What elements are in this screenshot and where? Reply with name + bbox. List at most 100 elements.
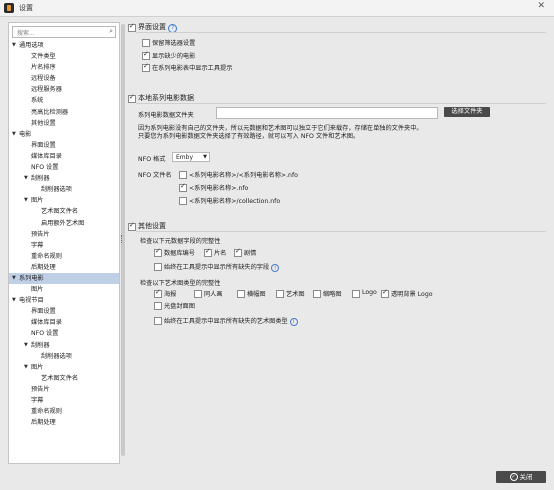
meta-field-checkbox[interactable] bbox=[154, 247, 162, 257]
chevron-down-icon[interactable]: ▼ bbox=[12, 295, 16, 306]
sidebar-item[interactable]: ▼ 图片 bbox=[9, 362, 119, 373]
art-type-checkbox[interactable] bbox=[352, 290, 360, 298]
sidebar-item-label: 系统 bbox=[31, 97, 44, 105]
meta-check-label: 检查以下元数据字段的完整性 bbox=[140, 238, 221, 245]
nfo-format-value: Emby bbox=[176, 154, 193, 161]
sidebar-item-label: NFO 设置 bbox=[31, 164, 59, 172]
ui-option-checkbox[interactable] bbox=[142, 50, 150, 60]
sidebar-item[interactable]: 重命名规则 bbox=[9, 251, 119, 262]
meta-field-label: 数据库编号 bbox=[164, 250, 195, 257]
sidebar-item[interactable]: 艺术图文件名 bbox=[9, 206, 119, 217]
sidebar-item[interactable]: 艺术图文件名 bbox=[9, 373, 119, 384]
chevron-down-icon[interactable]: ▼ bbox=[24, 195, 28, 206]
meta-field-checkbox[interactable] bbox=[234, 247, 242, 257]
sidebar-item[interactable]: NFO 设置 bbox=[9, 328, 119, 339]
sidebar-item-label: 界面设置 bbox=[31, 141, 56, 149]
sidebar-item[interactable]: 启用额外艺术图 bbox=[9, 218, 119, 229]
nfo-filename-label: NFO 文件名 bbox=[138, 172, 172, 179]
sidebar-item[interactable]: ▼ 刮削器 bbox=[9, 340, 119, 351]
section-local-toggle[interactable] bbox=[128, 93, 136, 103]
sidebar-item-label: 重命名规则 bbox=[31, 252, 62, 260]
sidebar-item[interactable]: 片名排序 bbox=[9, 62, 119, 73]
chevron-down-icon[interactable]: ▼ bbox=[12, 129, 16, 140]
art-type-checkbox[interactable] bbox=[194, 290, 202, 298]
chevron-down-icon[interactable]: ▼ bbox=[12, 40, 16, 51]
sidebar-item[interactable]: NFO 设置 bbox=[9, 162, 119, 173]
sidebar-item-label: 片名排序 bbox=[31, 64, 56, 72]
sidebar-item[interactable]: ▼ 电影 bbox=[9, 129, 119, 140]
chevron-down-icon[interactable]: ▼ bbox=[24, 173, 28, 184]
sidebar-item[interactable]: ▼ 系列电影 bbox=[9, 272, 119, 285]
nfo-file-option-checkbox[interactable] bbox=[179, 171, 187, 179]
sidebar-item[interactable]: 预告片 bbox=[9, 229, 119, 240]
sidebar-item[interactable]: ▼ 图片 bbox=[9, 195, 119, 206]
sidebar-item-label: 界面设置 bbox=[31, 308, 56, 316]
sidebar-item[interactable]: 重命名规则 bbox=[9, 406, 119, 417]
sidebar-item[interactable]: ▼ 刮削器 bbox=[9, 173, 119, 184]
search-icon[interactable]: ⌕ bbox=[109, 27, 113, 36]
close-icon[interactable]: ✕ bbox=[537, 1, 545, 11]
chevron-down-icon[interactable]: ▼ bbox=[12, 273, 16, 284]
sidebar-item[interactable]: 媒体库目录 bbox=[9, 317, 119, 328]
sidebar-item[interactable]: 其他设置 bbox=[9, 118, 119, 129]
search-input[interactable]: 搜索... ⌕ bbox=[12, 26, 116, 38]
art-type-label: 透明背景 Logo bbox=[391, 291, 433, 298]
art-type-checkbox[interactable] bbox=[237, 290, 245, 298]
sidebar-item-label: 媒体库目录 bbox=[31, 152, 62, 160]
sidebar-item-label: 图片 bbox=[31, 197, 44, 205]
sidebar-item[interactable]: 界面设置 bbox=[9, 306, 119, 317]
ui-option-checkbox[interactable] bbox=[142, 62, 150, 72]
sidebar-item[interactable]: 后期处理 bbox=[9, 417, 119, 428]
sidebar-item[interactable]: 媒体库目录 bbox=[9, 151, 119, 162]
sidebar-item[interactable]: ▼ 电视节目 bbox=[9, 295, 119, 306]
meta-tooltip-checkbox[interactable] bbox=[154, 263, 162, 271]
chevron-down-icon[interactable]: ▼ bbox=[24, 362, 28, 373]
sidebar-item[interactable]: ▼ 通用选项 bbox=[9, 40, 119, 51]
sidebar-item[interactable]: 远程设备 bbox=[9, 73, 119, 84]
art-tooltip-checkbox[interactable] bbox=[154, 317, 162, 325]
art-type-checkbox[interactable] bbox=[313, 290, 321, 298]
sidebar-item-label: 刮削器选项 bbox=[41, 352, 72, 360]
meta-tooltip-label: 始终在工具提示中显示所有缺失的字段 i bbox=[164, 262, 280, 272]
sidebar-item-label: 其他设置 bbox=[31, 119, 56, 127]
meta-field-checkbox[interactable] bbox=[204, 247, 212, 257]
app-logo-icon bbox=[4, 3, 14, 13]
art-type-checkbox[interactable] bbox=[381, 288, 389, 298]
sidebar-item-label: 预告片 bbox=[31, 385, 50, 393]
sidebar-item-label: 后期处理 bbox=[31, 419, 56, 427]
sidebar-item[interactable]: 预告片 bbox=[9, 384, 119, 395]
sidebar-item[interactable]: 亮高比检测器 bbox=[9, 107, 119, 118]
close-button[interactable]: ✓ 关闭 bbox=[496, 471, 546, 483]
nfo-file-option-label: <系列电影名称>/collection.nfo bbox=[189, 198, 281, 205]
ui-option-checkbox[interactable] bbox=[142, 39, 150, 47]
sidebar-item[interactable]: 后期处理 bbox=[9, 262, 119, 273]
art-type-checkbox[interactable] bbox=[276, 290, 284, 298]
sidebar-item-label: 系列电影 bbox=[19, 274, 44, 282]
section-ui-toggle[interactable] bbox=[128, 22, 136, 32]
folder-path-input[interactable] bbox=[216, 107, 438, 119]
sidebar-item[interactable]: 图片 bbox=[9, 284, 119, 295]
section-other-toggle[interactable] bbox=[128, 221, 136, 231]
nfo-format-select[interactable]: Emby ▼ bbox=[172, 152, 210, 162]
chevron-down-icon[interactable]: ▼ bbox=[24, 340, 28, 351]
sidebar-item-label: 刮削器选项 bbox=[41, 186, 72, 194]
art-type-checkbox[interactable] bbox=[154, 288, 162, 298]
nfo-file-option-checkbox[interactable] bbox=[179, 197, 187, 205]
art-type-label: 缩略图 bbox=[323, 291, 342, 298]
divider bbox=[136, 231, 546, 232]
sidebar-item[interactable]: 字幕 bbox=[9, 240, 119, 251]
sidebar-item[interactable]: 刮削器选项 bbox=[9, 184, 119, 195]
art-type-checkbox[interactable] bbox=[154, 302, 162, 310]
sidebar-item[interactable]: 系统 bbox=[9, 95, 119, 106]
nfo-file-option-checkbox[interactable] bbox=[179, 182, 187, 192]
splitter-handle[interactable] bbox=[121, 235, 124, 243]
sidebar-item[interactable]: 文件类型 bbox=[9, 51, 119, 62]
sidebar-item[interactable]: 界面设置 bbox=[9, 140, 119, 151]
settings-sidebar: 搜索... ⌕ ▼ 通用选项 文件类型片名排序 远程设备 远程服务器系统亮高比检测器 其他… bbox=[8, 22, 120, 464]
select-folder-button[interactable]: 选择文件夹 bbox=[444, 107, 490, 117]
art-type-label: 同人画 bbox=[204, 291, 223, 298]
section-local-title: 本地系列电影数据 bbox=[138, 94, 194, 102]
sidebar-item[interactable]: 字幕 bbox=[9, 395, 119, 406]
sidebar-item[interactable]: 刮削器选项 bbox=[9, 351, 119, 362]
sidebar-item[interactable]: 远程服务器 bbox=[9, 84, 119, 95]
